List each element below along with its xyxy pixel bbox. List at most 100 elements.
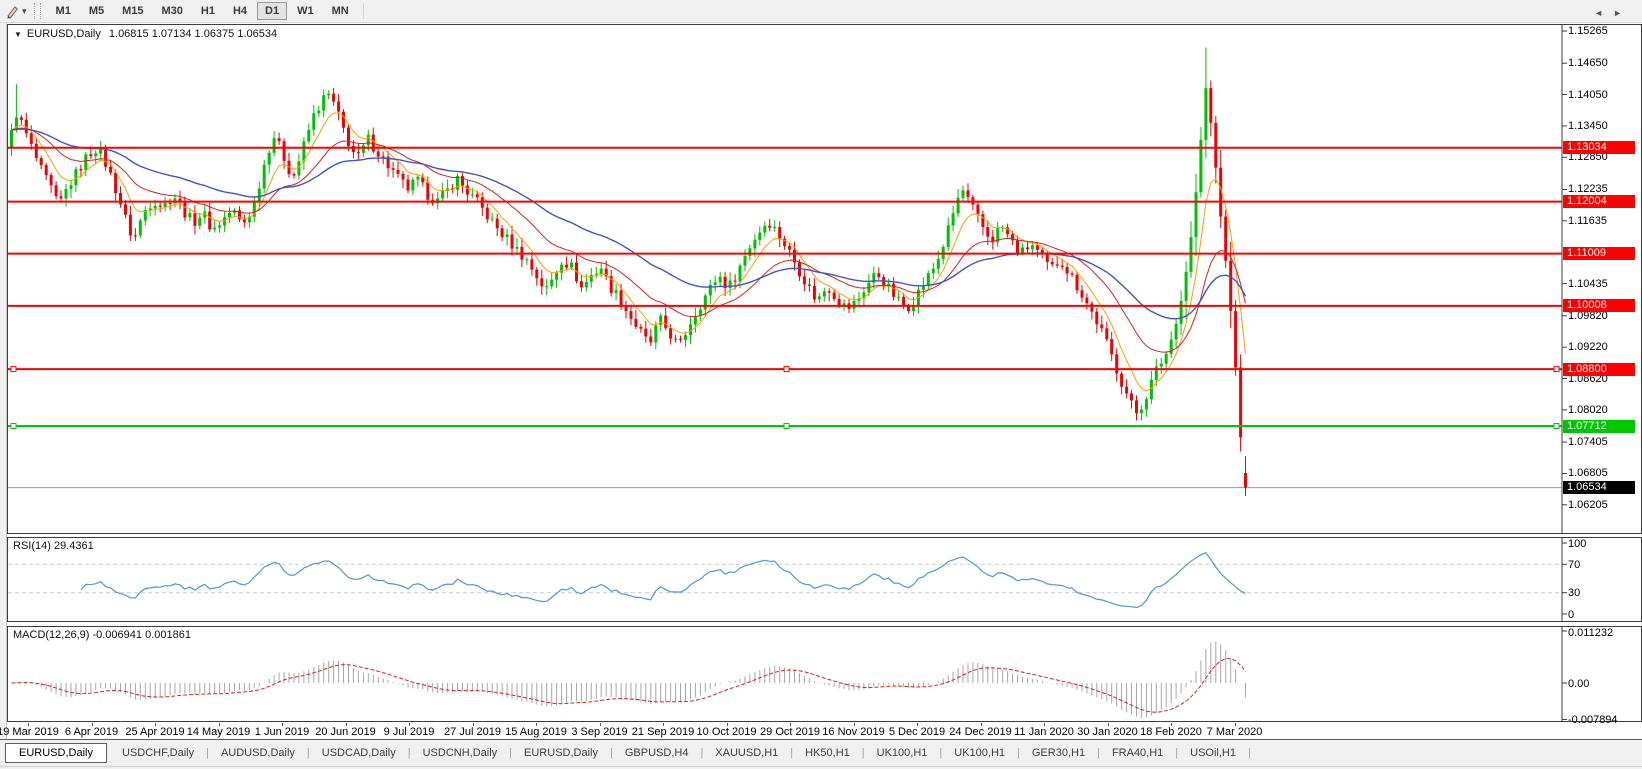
chart-tab-hk50-h1[interactable]: HK50,H1 — [794, 743, 861, 763]
chart-tab-usoil-h1[interactable]: USOil,H1 — [1179, 743, 1247, 763]
date-axis-label: 15 Aug 2019 — [505, 726, 567, 738]
dropdown-arrow-icon: ▾ — [22, 6, 27, 17]
price-axis-tick: 1.14050 — [1568, 89, 1642, 101]
chart-tab-usdcad-daily[interactable]: USDCAD,Daily — [311, 743, 407, 763]
chart-tab-audusd-daily[interactable]: AUDUSD,Daily — [210, 743, 306, 763]
tab-separator: | — [1247, 747, 1252, 759]
date-axis-label: 25 Apr 2019 — [125, 726, 184, 738]
date-axis-label: 5 Dec 2019 — [889, 726, 945, 738]
pen-icon — [5, 4, 20, 19]
ma-20-line — [12, 128, 1246, 352]
left-gutter — [0, 23, 7, 739]
date-axis-label: 16 Nov 2019 — [822, 726, 884, 738]
timeframe-button-m1[interactable]: M1 — [48, 2, 79, 20]
ma-7-line — [12, 113, 1246, 391]
macd-chart-canvas[interactable] — [8, 627, 1641, 721]
date-axis-label: 21 Sep 2019 — [632, 726, 694, 738]
price-axis-tick: 1.08020 — [1568, 404, 1642, 416]
price-axis-tick: 1.06805 — [1568, 467, 1642, 479]
tab-scroll-left-icon[interactable]: ◄ — [1594, 8, 1613, 18]
timeframe-button-d1[interactable]: D1 — [257, 2, 287, 20]
price-axis-tick: 1.06205 — [1568, 499, 1642, 511]
chart-tabs: EURUSD,DailyUSDCHF,Daily|AUDUSD,Daily|US… — [5, 743, 1252, 763]
chart-tab-bar: EURUSD,DailyUSDCHF,Daily|AUDUSD,Daily|US… — [0, 739, 1642, 766]
rsi-axis-tick: 30 — [1568, 587, 1642, 599]
price-axis-tick: 1.10435 — [1568, 278, 1642, 290]
timeframe-button-h1[interactable]: H1 — [193, 2, 223, 20]
chart-tab-uk100-h1[interactable]: UK100,H1 — [943, 743, 1016, 763]
date-axis-label: 3 Sep 2019 — [571, 726, 627, 738]
macd-axis-tick: -0.007894 — [1568, 714, 1642, 726]
rsi-axis-tick: 70 — [1568, 559, 1642, 571]
toolbar-separator — [363, 3, 364, 19]
date-axis-label: 18 Feb 2020 — [1140, 726, 1202, 738]
chart-tab-uk100-h1[interactable]: UK100,H1 — [866, 743, 939, 763]
ma-45-line — [12, 129, 1246, 319]
price-axis-tick: 1.15265 — [1568, 25, 1642, 37]
date-axis-label: 7 Mar 2020 — [1207, 726, 1263, 738]
price-axis-tick: 1.13450 — [1568, 120, 1642, 132]
timeframe-button-m15[interactable]: M15 — [114, 2, 151, 20]
date-axis-label: 19 Mar 2019 — [0, 726, 59, 738]
macd-signal-line — [12, 659, 1246, 713]
chart-tab-eurusd-daily[interactable]: EURUSD,Daily — [5, 743, 107, 763]
rsi-axis-tick: 100 — [1568, 538, 1642, 550]
price-level-label: 1.12004 — [1563, 195, 1635, 208]
price-axis-tick: 1.11635 — [1568, 215, 1642, 227]
tab-scroll-arrows[interactable]: ◄► — [1594, 8, 1632, 18]
date-axis-label: 27 Jul 2019 — [444, 726, 501, 738]
date-axis-label: 14 May 2019 — [187, 726, 251, 738]
tab-scroll-right-icon[interactable]: ► — [1613, 8, 1632, 18]
timeframe-button-m5[interactable]: M5 — [81, 2, 112, 20]
toolbar-grip — [34, 3, 41, 19]
date-axis-label: 10 Oct 2019 — [697, 726, 757, 738]
price-level-label: 1.07712 — [1563, 420, 1635, 433]
macd-panel[interactable]: MACD(12,26,9) -0.006941 0.001861 0.01123… — [7, 626, 1642, 722]
macd-axis-tick: 0.00 — [1568, 678, 1642, 690]
symbol-dropdown-icon[interactable]: ▼ — [14, 30, 22, 39]
date-axis-label: 24 Dec 2019 — [949, 726, 1011, 738]
chart-ohlc-values: 1.06815 1.07134 1.06375 1.06534 — [109, 28, 277, 40]
price-axis-tick: 1.14650 — [1568, 57, 1642, 69]
price-panel[interactable]: ▼EURUSD,Daily1.06815 1.07134 1.06375 1.0… — [7, 24, 1642, 534]
price-axis-tick: 1.12235 — [1568, 183, 1642, 195]
rsi-line — [81, 553, 1246, 608]
timeframe-button-m30[interactable]: M30 — [154, 2, 191, 20]
timeframe-button-mn[interactable]: MN — [324, 2, 357, 20]
date-axis-label: 29 Oct 2019 — [760, 726, 820, 738]
chart-tab-ger30-h1[interactable]: GER30,H1 — [1021, 743, 1096, 763]
chart-tab-eurusd-daily[interactable]: EURUSD,Daily — [513, 743, 609, 763]
rsi-chart-canvas[interactable] — [8, 538, 1641, 621]
price-axis-tick: 1.09220 — [1568, 341, 1642, 353]
chart-tab-xauusd-h1[interactable]: XAUUSD,H1 — [704, 743, 789, 763]
price-axis-tick: 1.07405 — [1568, 436, 1642, 448]
chart-title: ▼EURUSD,Daily1.06815 1.07134 1.06375 1.0… — [14, 28, 277, 40]
chart-tab-gbpusd-h4[interactable]: GBPUSD,H4 — [614, 743, 700, 763]
chart-tab-usdcnh-daily[interactable]: USDCNH,Daily — [412, 743, 509, 763]
rsi-panel[interactable]: RSI(14) 29.4361 10070300 — [7, 537, 1642, 622]
price-level-label: 1.08800 — [1563, 363, 1635, 376]
current-price-label: 1.06534 — [1563, 481, 1635, 494]
date-axis-label: 20 Jun 2019 — [315, 726, 376, 738]
price-chart-canvas[interactable] — [8, 25, 1641, 533]
timeframe-button-w1[interactable]: W1 — [289, 2, 322, 20]
toolbar: ▾ M1M5M15M30H1H4D1W1MN — [0, 0, 1642, 23]
date-axis-label: 6 Apr 2019 — [65, 726, 118, 738]
date-axis-label: 1 Jun 2019 — [255, 726, 309, 738]
price-level-label: 1.13034 — [1563, 141, 1635, 154]
timeframe-buttons: M1M5M15M30H1H4D1W1MN — [47, 2, 369, 20]
date-axis-label: 9 Jul 2019 — [384, 726, 435, 738]
drawing-tool-button[interactable]: ▾ — [2, 1, 30, 21]
macd-axis-tick: 0.011232 — [1568, 627, 1642, 639]
macd-label: MACD(12,26,9) -0.006941 0.001861 — [13, 629, 191, 641]
chart-region: ▼EURUSD,Daily1.06815 1.07134 1.06375 1.0… — [7, 23, 1642, 739]
date-axis-label: 11 Jan 2020 — [1014, 726, 1074, 738]
price-level-label: 1.10008 — [1563, 299, 1635, 312]
chart-tab-usdchf-daily[interactable]: USDCHF,Daily — [111, 743, 205, 763]
date-axis: 19 Mar 20196 Apr 201925 Apr 201914 May 2… — [7, 723, 1642, 739]
rsi-label: RSI(14) 29.4361 — [13, 540, 94, 552]
price-level-label: 1.11009 — [1563, 247, 1635, 260]
date-axis-label: 30 Jan 2020 — [1077, 726, 1138, 738]
chart-tab-fra40-h1[interactable]: FRA40,H1 — [1101, 743, 1174, 763]
timeframe-button-h4[interactable]: H4 — [225, 2, 255, 20]
